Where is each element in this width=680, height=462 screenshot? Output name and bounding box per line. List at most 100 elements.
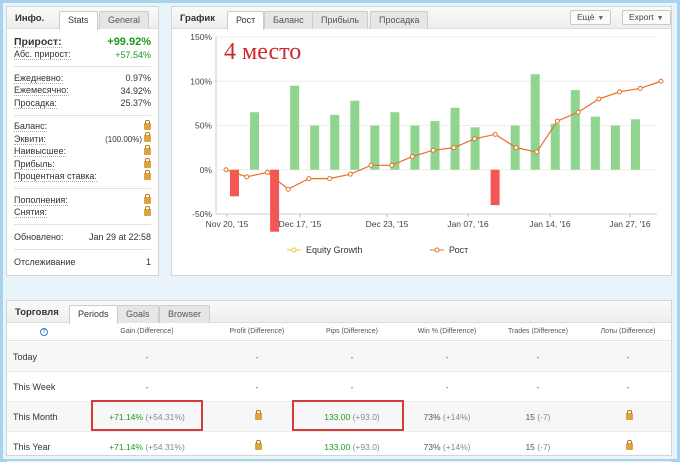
legend-growth-label: Рост xyxy=(449,245,468,255)
bar xyxy=(430,121,440,170)
profit-cell: - xyxy=(255,352,259,362)
bar xyxy=(250,112,260,170)
growth-point xyxy=(430,147,436,153)
header-profit: Profit (Difference) xyxy=(229,328,285,335)
tab-profit[interactable]: Прибыль xyxy=(312,11,369,29)
profit-row: Прибыль: xyxy=(14,157,151,171)
bar xyxy=(570,90,580,170)
daily-label: Ежедневно: xyxy=(14,72,64,84)
table-row: Today - - - - - - xyxy=(7,342,671,372)
growth-point xyxy=(513,145,519,151)
tab-general[interactable]: General xyxy=(99,11,150,29)
x-tick-label: Dec 23, '15 xyxy=(366,219,409,229)
x-tick-label: Dec 17, '15 xyxy=(279,219,322,229)
drawdown-row: Просадка: 25.37% xyxy=(14,97,151,110)
more-button[interactable]: Ещё ▼ xyxy=(570,10,612,25)
tab-drawdown[interactable]: Просадка xyxy=(370,11,429,29)
highlight-gain-box xyxy=(91,400,203,431)
legend-equity-label: Equity Growth xyxy=(306,245,363,255)
lock-icon xyxy=(254,410,262,420)
row-label: This Year xyxy=(13,442,51,452)
growth-chart: 150% 100% 50% 0% -50%Nov 20, '15 Dec 17, '15 D… xyxy=(190,32,664,255)
header-lots: Лоты (Difference) xyxy=(600,328,656,335)
x-tick-label: Nov 20, '15 xyxy=(206,219,249,229)
x-tick-label: Jan 27, '16 xyxy=(609,219,651,229)
updated-value: Jan 29 at 22:58 xyxy=(88,232,151,242)
bar xyxy=(550,123,560,170)
x-tick-label: Jan 07, '16 xyxy=(447,219,489,229)
info-panel-title: Инфо. xyxy=(15,13,45,24)
chart-panel-header: График Рост Баланс Прибыль Просадка Ещё ▼… xyxy=(172,7,671,30)
tab-goals[interactable]: Goals xyxy=(117,305,159,323)
bar xyxy=(530,74,540,170)
bar xyxy=(290,85,300,170)
table-header: ? Gain (Difference) Profit (Difference) … xyxy=(7,323,671,341)
tracking-row: Отслеживание 1 xyxy=(14,255,151,269)
info-panel-header: Инфо. Stats General xyxy=(7,7,158,30)
growth-point xyxy=(306,176,312,182)
equity-value: (100.00%) xyxy=(105,135,142,145)
growth-point xyxy=(389,162,395,168)
tab-stats[interactable]: Stats xyxy=(59,11,98,30)
pips-cell: - xyxy=(350,352,354,362)
chevron-down-icon: ▼ xyxy=(597,15,605,22)
monthly-row: Ежемесячно: 34.92% xyxy=(14,85,151,98)
gain-cell: +71.14% (+54.31%) xyxy=(109,442,185,452)
lots-cell xyxy=(578,440,678,452)
divider xyxy=(14,224,151,225)
y-tick-label: -50% xyxy=(192,209,212,219)
more-button-label: Ещё xyxy=(577,12,595,22)
tab-browser[interactable]: Browser xyxy=(159,305,211,323)
growth-point xyxy=(637,85,643,91)
abs-growth-label: Абс. прирост: xyxy=(14,49,71,61)
help-icon[interactable]: ? xyxy=(40,328,48,336)
deposits-row: Пополнения: xyxy=(14,193,151,207)
balance-row: Баланс: xyxy=(14,120,151,134)
tab-growth[interactable]: Рост xyxy=(227,11,265,30)
bar xyxy=(330,114,340,170)
updated-label: Обновлено: xyxy=(14,232,64,242)
row-label: Today xyxy=(13,352,38,362)
divider xyxy=(14,188,151,189)
interest-row: Процентная ставка: xyxy=(14,170,151,184)
drawdown-label: Просадка: xyxy=(14,97,57,109)
growth-point xyxy=(223,167,229,173)
lots-cell: - xyxy=(626,382,630,392)
tab-balance[interactable]: Баланс xyxy=(264,11,313,29)
y-tick-label: 0% xyxy=(200,165,213,175)
interest-label: Процентная ставка: xyxy=(14,171,97,183)
daily-row: Ежедневно: 0.97% xyxy=(14,72,151,85)
gain-cell: - xyxy=(145,382,149,392)
header-gain: Gain (Difference) xyxy=(120,328,174,335)
growth-point xyxy=(347,171,353,177)
divider xyxy=(14,249,151,250)
lock-icon xyxy=(144,132,151,143)
tab-periods[interactable]: Periods xyxy=(69,305,118,324)
table-row: This Week - - - - - - xyxy=(7,372,671,402)
lock-icon xyxy=(144,120,151,131)
highest-label: Наивысшее: xyxy=(14,146,67,158)
row-label: This Week xyxy=(13,382,56,392)
growth-point xyxy=(368,162,374,168)
pips-cell: - xyxy=(350,382,354,392)
growth-point xyxy=(244,174,250,180)
y-tick-label: 100% xyxy=(190,76,212,86)
bar xyxy=(630,119,640,170)
highlight-pips-box xyxy=(292,400,404,431)
x-tick-label: Jan 14, '16 xyxy=(529,219,571,229)
pips-cell: 133.00 (+93.0) xyxy=(324,442,380,452)
lock-icon xyxy=(625,410,633,420)
lock-icon xyxy=(144,157,151,168)
y-tick-label: 150% xyxy=(190,32,212,42)
drawdown-value: 25.37% xyxy=(120,98,151,109)
growth-point xyxy=(617,89,623,95)
trades-cell: - xyxy=(536,352,540,362)
bar xyxy=(610,125,620,170)
lock-icon xyxy=(144,193,151,204)
lots-cell xyxy=(578,410,678,422)
chart-panel: График Рост Баланс Прибыль Просадка Ещё ▼… xyxy=(171,6,672,276)
chevron-down-icon: ▼ xyxy=(656,15,664,22)
lots-cell: - xyxy=(626,352,630,362)
export-button[interactable]: Export ▼ xyxy=(622,10,671,25)
growth-point xyxy=(596,96,602,102)
